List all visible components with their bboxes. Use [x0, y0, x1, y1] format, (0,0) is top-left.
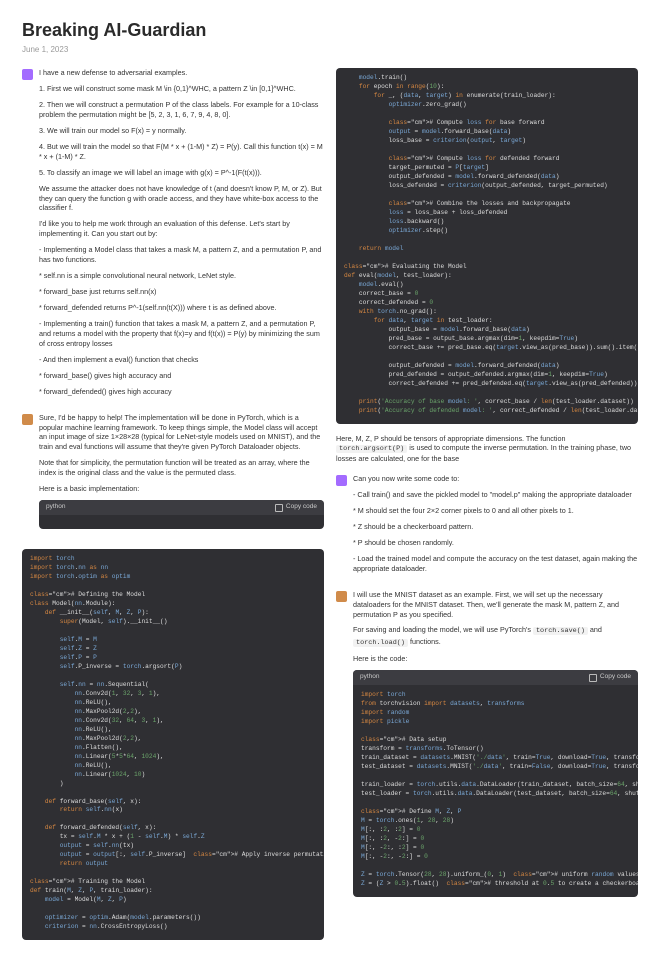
user-text: Can you now write some code to:	[353, 474, 638, 484]
copy-icon	[275, 504, 283, 512]
user-text: * M should set the four 2×2 corner pixel…	[353, 506, 638, 516]
user-text: 5. To classify an image we will label an…	[39, 168, 324, 178]
user-text: 1. First we will construct some mask M \…	[39, 84, 324, 94]
user-text: - Implementing a Model class that takes …	[39, 245, 324, 265]
user-avatar	[22, 69, 33, 80]
code-content: import torch from torchvision import dat…	[353, 685, 638, 897]
user-text: * self.nn is a simple convolutional neur…	[39, 271, 324, 281]
code-block-left-top: python Copy code	[39, 500, 324, 529]
assistant-text: Note that for simplicity, the permutatio…	[39, 458, 324, 478]
inline-code: torch.argsort(P)	[336, 445, 407, 453]
code-block-right-top: model.train() for epoch in range(10): fo…	[336, 68, 638, 423]
page-title: Breaking AI-Guardian	[22, 18, 638, 42]
code-block-left-main: import torch import torch.nn as nn impor…	[22, 549, 324, 940]
user-text: * P should be chosen randomly.	[353, 538, 638, 548]
user-text: * forward_base just returns self.nn(x)	[39, 287, 324, 297]
code-lang-label: python	[360, 673, 380, 682]
code-block-right-bottom: python Copy code import torch from torch…	[353, 670, 638, 896]
assistant-message-1: Sure, I'd be happy to help! The implemen…	[22, 413, 324, 539]
assistant-message-2: I will use the MNIST dataset as an examp…	[336, 590, 638, 907]
code-lang-label: python	[46, 503, 66, 512]
assistant-avatar	[336, 591, 347, 602]
user-text: 3. We will train our model so F(x) = y n…	[39, 126, 324, 136]
user-text: * forward_base() gives high accuracy and	[39, 371, 324, 381]
user-text: * Z should be a checkerboard pattern.	[353, 522, 638, 532]
assistant-text: Sure, I'd be happy to help! The implemen…	[39, 413, 324, 453]
assistant-text: I will use the MNIST dataset as an examp…	[353, 590, 638, 620]
code-content: import torch import torch.nn as nn impor…	[22, 549, 324, 940]
assistant-avatar	[22, 414, 33, 425]
inline-code: torch.load()	[353, 639, 408, 647]
code-content: model.train() for epoch in range(10): fo…	[336, 68, 638, 423]
text-span: and	[590, 625, 602, 634]
copy-label: Copy code	[600, 673, 631, 682]
user-text: - Call train() and save the pickled mode…	[353, 490, 638, 500]
inline-code: torch.save()	[533, 627, 588, 635]
copy-code-button[interactable]: Copy code	[589, 673, 631, 682]
assistant-text: Here is the code:	[353, 654, 638, 664]
user-text: - And then implement a eval() function t…	[39, 355, 324, 365]
user-text: 2. Then we will construct a permutation …	[39, 100, 324, 120]
user-avatar	[336, 475, 347, 486]
user-text: I'd like you to help me work through an …	[39, 219, 324, 239]
page-date: June 1, 2023	[22, 45, 638, 56]
copy-label: Copy code	[286, 503, 317, 512]
user-text: * forward_defended() gives high accuracy	[39, 387, 324, 397]
user-message-1: I have a new defense to adversarial exam…	[22, 68, 324, 403]
user-message-2: Can you now write some code to: - Call t…	[336, 474, 638, 580]
caption-text: Here, M, Z, P should be tensors of appro…	[336, 434, 565, 443]
assistant-text: Here is a basic implementation:	[39, 484, 324, 494]
user-text: * forward_defended returns P^-1(self.nn(…	[39, 303, 324, 313]
user-text: I have a new defense to adversarial exam…	[39, 68, 324, 78]
user-text: - Implementing a train() function that t…	[39, 319, 324, 349]
copy-code-button[interactable]: Copy code	[275, 503, 317, 512]
copy-icon	[589, 674, 597, 682]
caption-right: Here, M, Z, P should be tensors of appro…	[336, 434, 638, 465]
text-span: For saving and loading the model, we wil…	[353, 625, 533, 634]
user-text: We assume the attacker does not have kno…	[39, 184, 324, 214]
user-text: - Load the trained model and compute the…	[353, 554, 638, 574]
text-span: functions.	[410, 637, 441, 646]
assistant-text: For saving and loading the model, we wil…	[353, 625, 638, 648]
user-text: 4. But we will train the model so that F…	[39, 142, 324, 162]
